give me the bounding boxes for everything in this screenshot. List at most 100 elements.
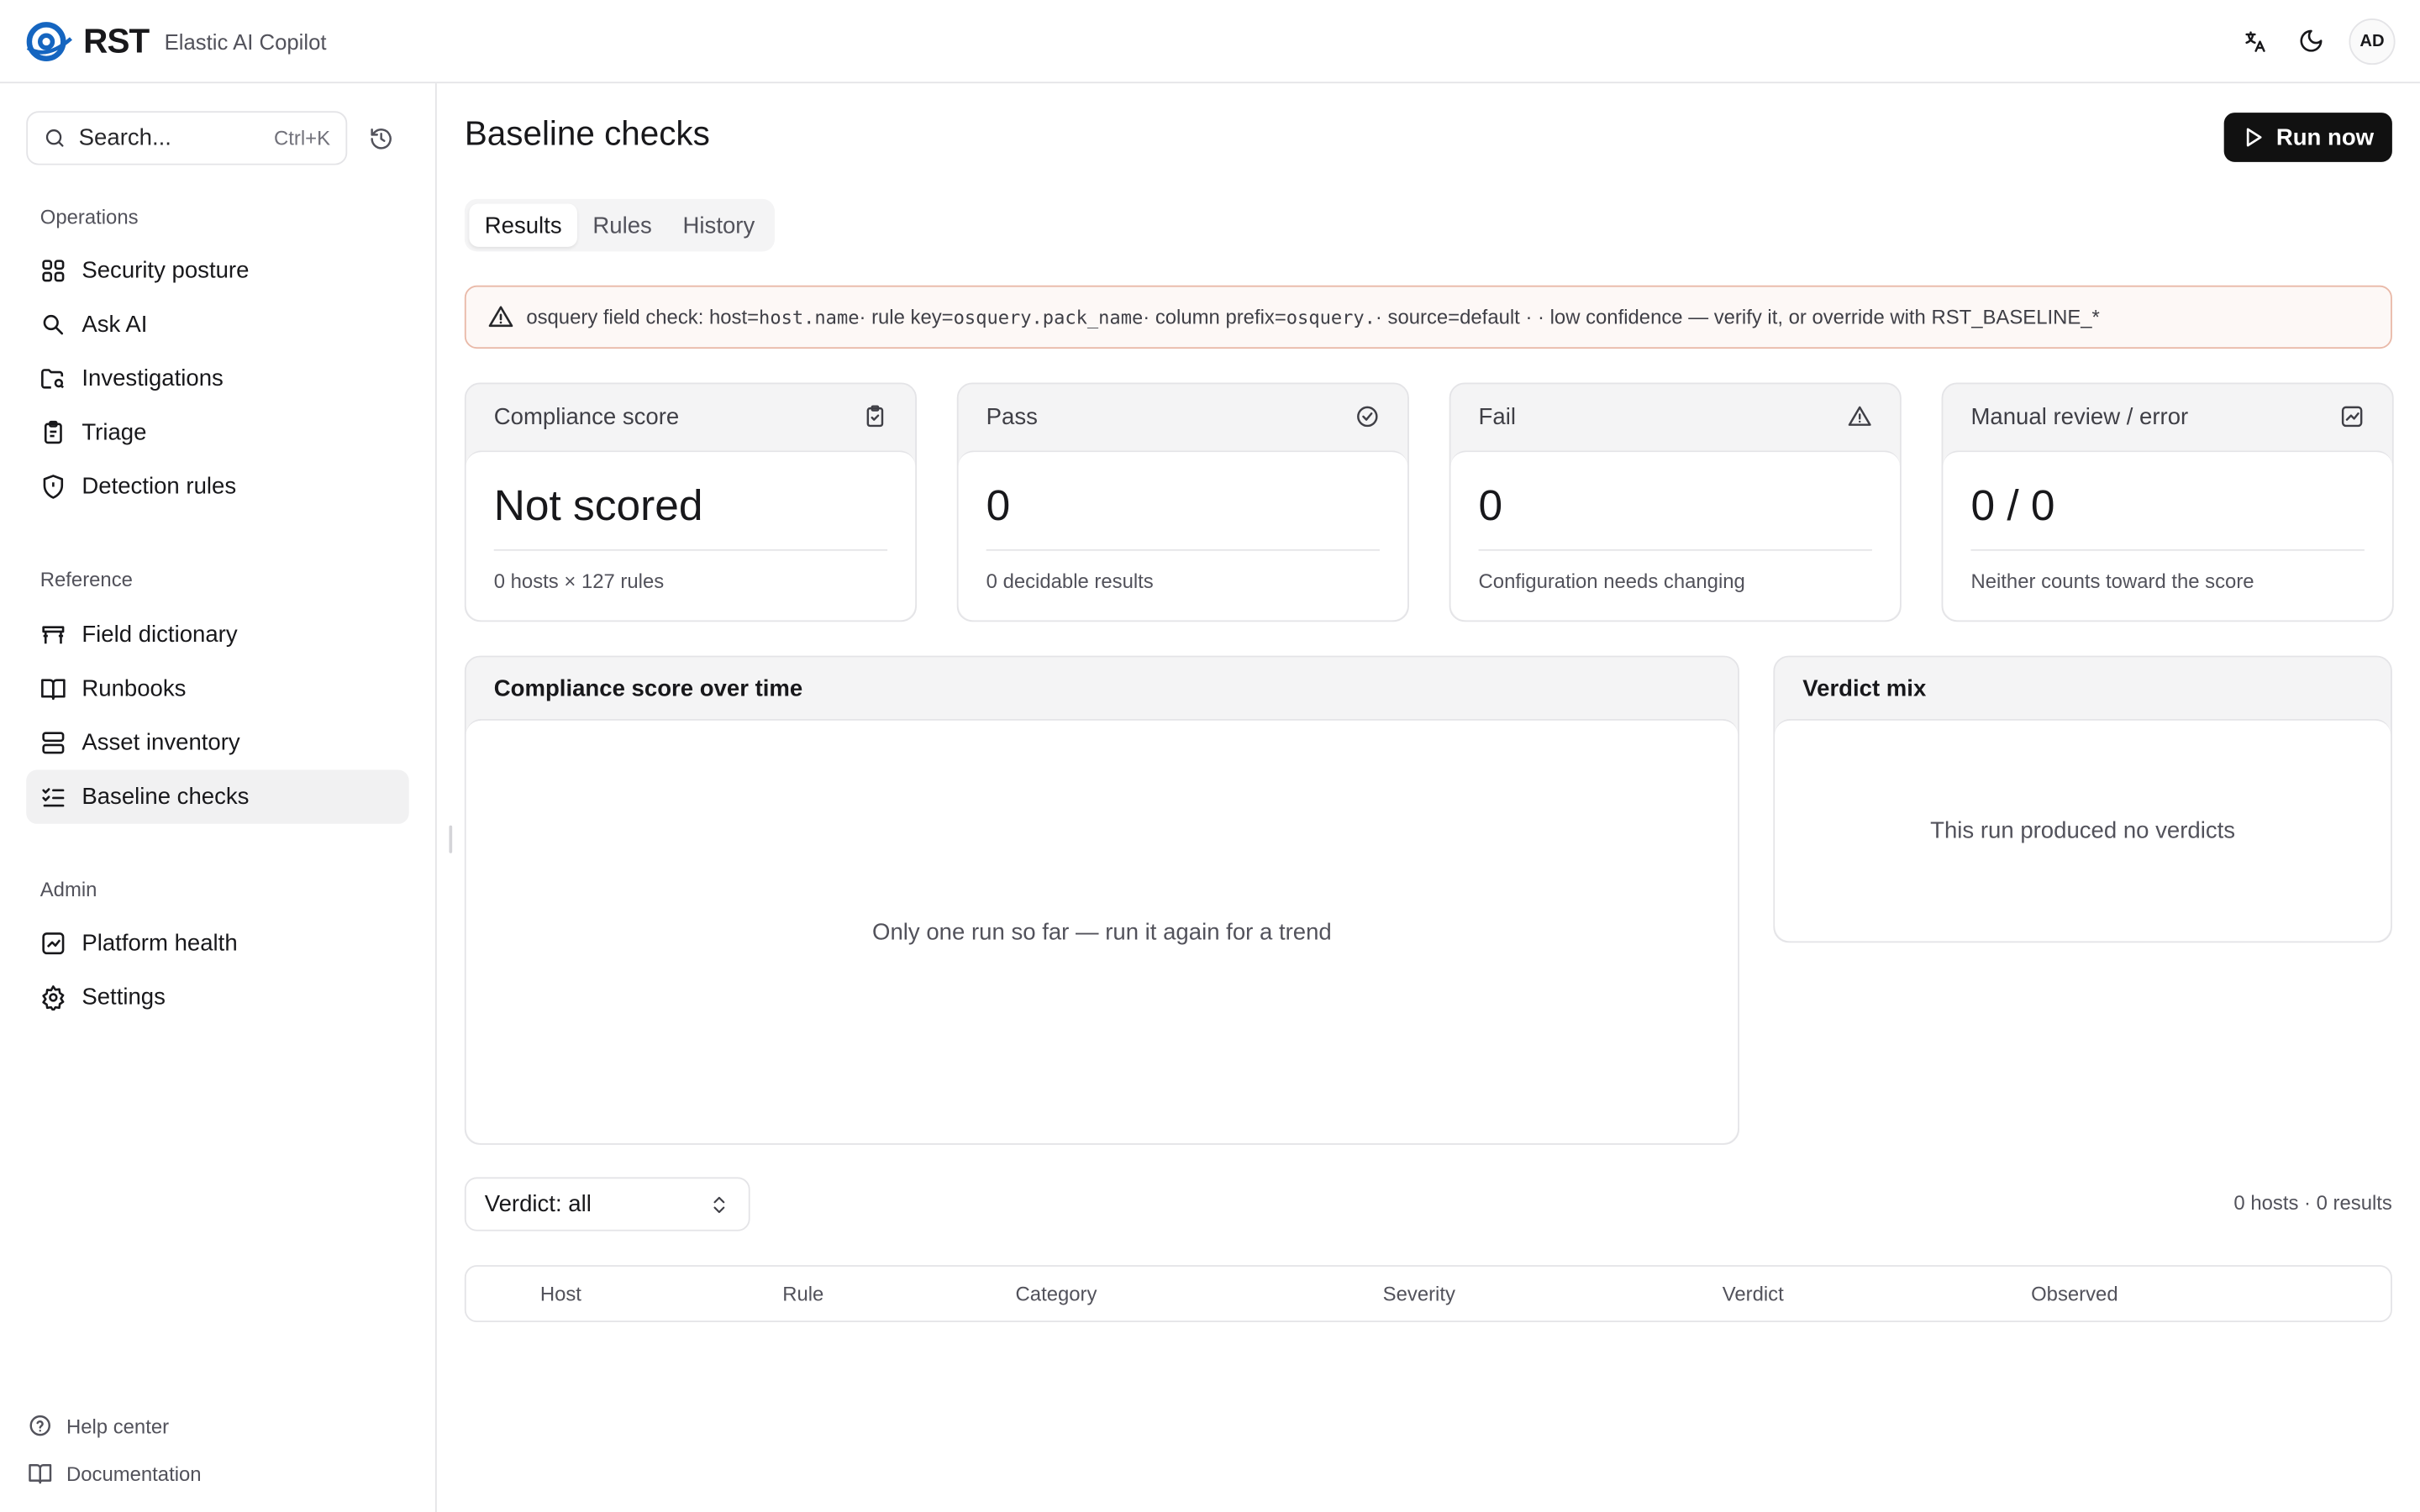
clipboard-icon [44,420,62,444]
sidebar-item-label: Asset inventory [82,729,240,756]
documentation-label: Documentation [66,1462,202,1485]
column-header-category[interactable]: Category [1016,1282,1097,1305]
run-now-label: Run now [2275,123,2375,151]
search-placeholder: Search... [78,124,171,151]
section-label-reference: Reference [39,567,133,591]
trend-icon [2341,406,2363,428]
sidebar-item-label: Ask AI [82,312,148,339]
list-checks-icon [42,788,65,807]
column-header-rule[interactable]: Rule [782,1282,823,1305]
results-table-header: Host Rule Category Severity Verdict Obse… [464,1265,2392,1323]
column-header-verdict[interactable]: Verdict [1723,1282,1784,1305]
sidebar-item-asset-inventory[interactable]: Asset inventory [26,716,409,769]
top-actions: AD [2232,18,2396,65]
sidebar-item-platform-health[interactable]: Platform health [26,916,409,970]
verdict-mix-panel: Verdict mix This run produced no verdict… [1773,655,2392,943]
stat-card-fail: Fail 0 Configuration needs changing [1449,382,1902,622]
page-title: Baseline checks [464,113,710,153]
sidebar-item-label: Investigations [82,365,224,392]
stat-value: 0 / 0 [1970,481,2055,529]
avatar[interactable]: AD [2349,18,2396,65]
sidebar-item-field-dictionary[interactable]: Field dictionary [26,608,409,662]
logo-icon [26,21,72,61]
sidebar-item-detection-rules[interactable]: Detection rules [26,459,409,513]
sidebar-item-security-posture[interactable]: Security posture [26,244,409,297]
history-button[interactable] [364,122,397,155]
stat-subtitle: 0 hosts × 127 rules [493,569,665,593]
panel-title: Verdict mix [1802,675,1927,701]
shield-icon [43,475,64,499]
history-icon [371,129,392,150]
section-label-operations: Operations [39,205,139,228]
help-icon [29,1415,50,1436]
tab-history[interactable]: History [667,203,770,246]
column-header-severity[interactable]: Severity [1383,1282,1455,1305]
sidebar-item-ask-ai[interactable]: Ask AI [26,297,409,351]
gear-icon [42,985,65,1011]
book-icon [41,679,66,701]
top-bar: RST Elastic AI Copilot AD [0,0,2420,84]
sidebar-item-label: Field dictionary [82,622,238,648]
play-icon [2246,128,2262,147]
verdict-filter-value: Verdict: all [484,1190,592,1218]
stat-title: Compliance score [493,403,680,430]
tab-rules[interactable]: Rules [577,203,667,246]
alert-rule-key-value: osquery.pack_name [953,306,1144,328]
stat-card-pass: Pass 0 0 decidable results [956,382,1409,622]
stat-value: 0 [986,481,1011,529]
check-circle-icon [1357,406,1378,428]
divider [493,549,888,551]
sidebar-item-label: Baseline checks [82,784,250,811]
sidebar-item-settings[interactable]: Settings [26,970,409,1024]
stat-card-compliance-score: Compliance score Not scored 0 hosts × 12… [464,382,917,622]
sidebar-item-runbooks[interactable]: Runbooks [26,662,409,716]
grid-icon [42,260,65,282]
sidebar-resize-handle[interactable] [449,825,453,853]
stat-title: Fail [1478,403,1516,430]
book-open-icon [29,1464,52,1484]
column-header-observed[interactable]: Observed [2031,1282,2118,1305]
verdict-filter-select[interactable]: Verdict: all [464,1177,750,1231]
sidebar-item-label: Security posture [82,257,250,284]
stat-value: Not scored [493,481,703,529]
divider [986,549,1381,551]
sidebar-item-label: Platform health [82,930,238,957]
run-now-button[interactable]: Run now [2223,113,2392,162]
app-root: RST Elastic AI Copilot AD Search... Ctrl… [0,0,2420,1512]
translate-icon[interactable] [2232,18,2278,64]
sidebar-item-investigations[interactable]: Investigations [26,352,409,406]
folder-search-icon [41,369,64,389]
divider [1970,549,2365,551]
stat-value: 0 [1478,481,1503,529]
stat-subtitle: Configuration needs changing [1478,569,1745,593]
clipboard-check-icon [866,405,884,428]
alert-text-3: · column prefix= [1143,305,1286,329]
alert-host-value: host.name [759,306,860,328]
logo[interactable]: RST [24,19,150,62]
sidebar-item-label: Triage [82,419,147,446]
sidebar-item-label: Runbooks [82,675,187,702]
search-icon [43,314,64,335]
search-shortcut: Ctrl+K [274,126,331,150]
alert-text-4: · source=default · · low confidence — ve… [1375,305,2100,329]
tab-results[interactable]: Results [469,203,577,247]
empty-state-message: This run produced no verdicts [1930,817,2236,844]
results-count: 0 hosts · 0 results [2233,1190,2392,1215]
stat-subtitle: 0 decidable results [986,569,1154,593]
search-input[interactable]: Search... Ctrl+K [26,111,348,165]
documentation-link[interactable]: Documentation [28,1461,202,1485]
column-header-host[interactable]: Host [540,1282,581,1305]
help-center-link[interactable]: Help center [28,1413,169,1437]
sidebar-item-triage[interactable]: Triage [26,406,409,459]
help-center-label: Help center [66,1414,170,1437]
alert-text-1: osquery field check: host= [526,305,760,329]
section-label-admin: Admin [39,878,97,901]
sidebar-item-baseline-checks[interactable]: Baseline checks [26,769,409,824]
stat-title: Manual review / error [1970,403,2189,430]
warning-icon [1848,406,1871,426]
search-icon [45,129,64,147]
moon-icon[interactable] [2287,18,2333,64]
server-icon [42,732,65,754]
empty-state-message: Only one run so far — run it again for a… [872,918,1332,945]
table-icon [42,626,65,644]
